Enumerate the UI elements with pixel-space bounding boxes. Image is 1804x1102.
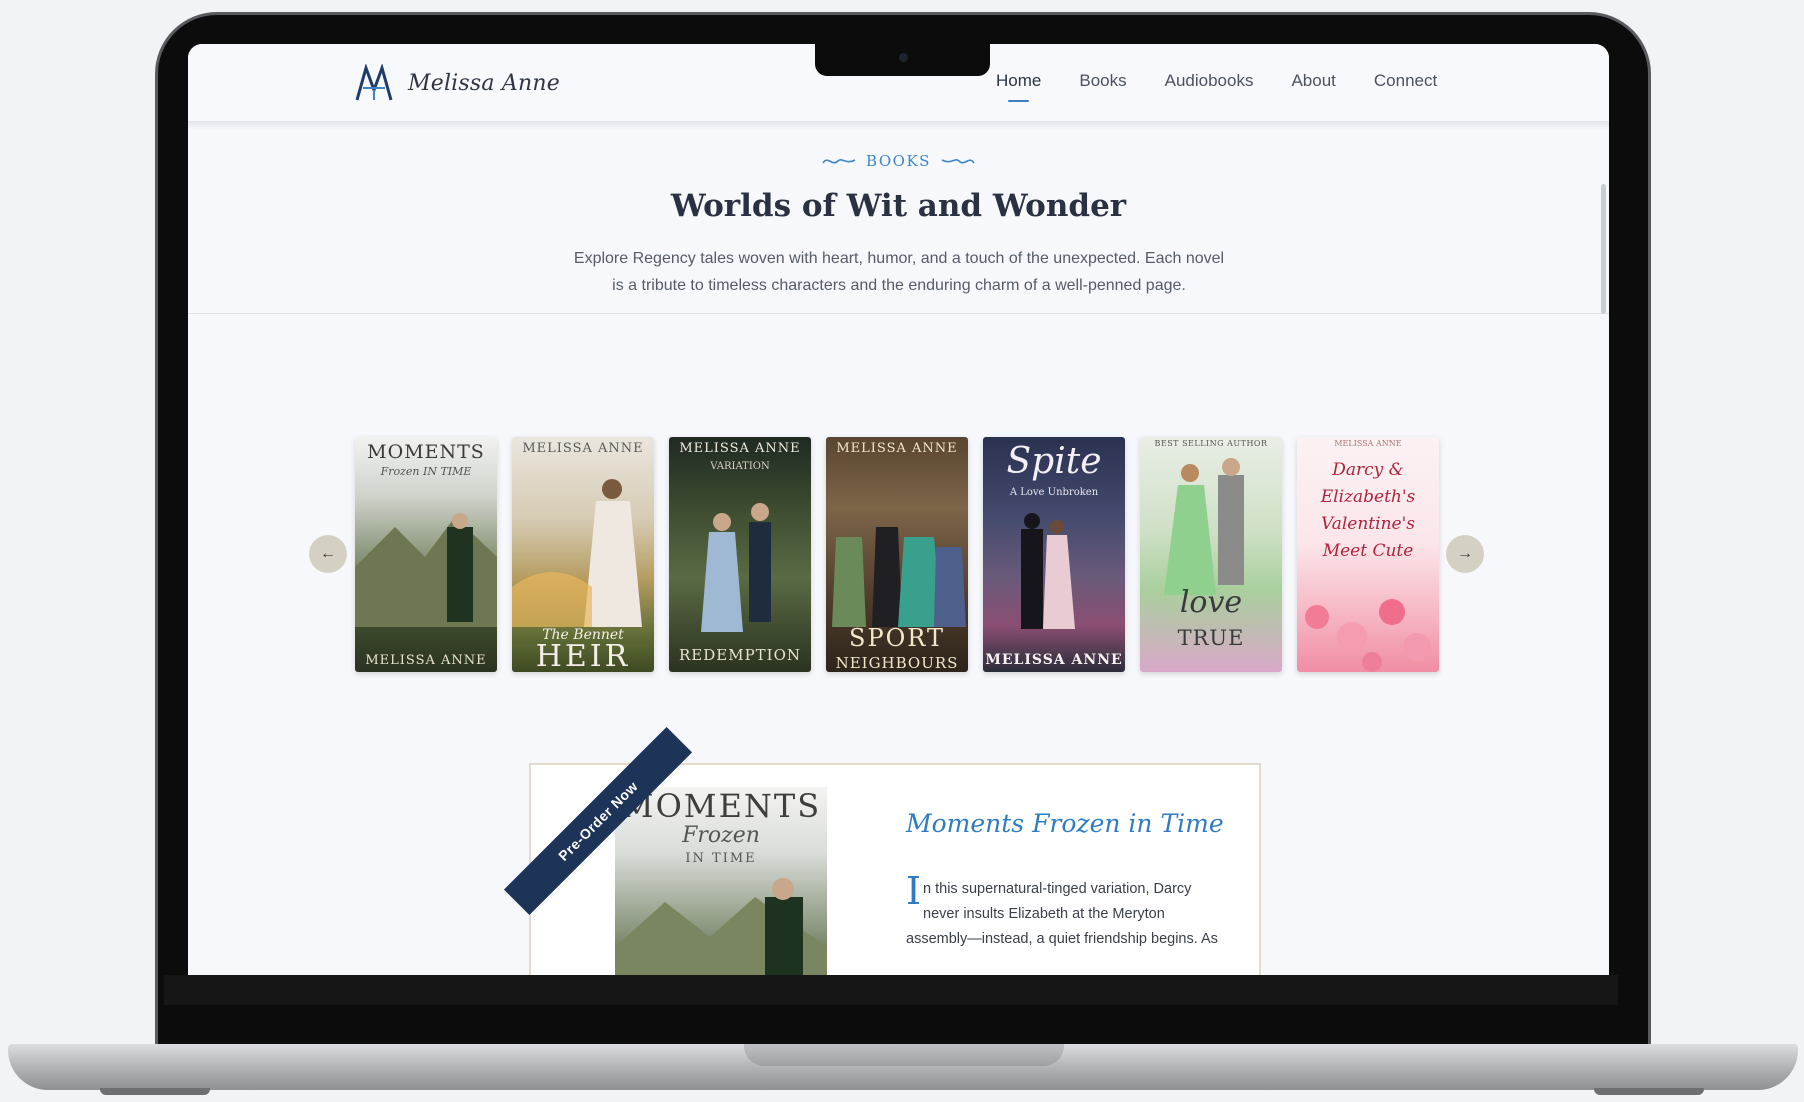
main-nav: Home Books Audiobooks About Connect (996, 71, 1437, 102)
cover-title: love (1179, 585, 1243, 620)
browser-screen: Melissa Anne Home Books Audiobooks About… (188, 44, 1609, 975)
cover-author: MELISSA ANNE (1334, 439, 1402, 448)
book-cover[interactable]: MOMENTS Frozen IN TIME MELISSA ANNE (355, 437, 497, 672)
cover-title: SPORT (849, 624, 945, 652)
cover-title-2: TRUE (1177, 626, 1245, 650)
book-cover[interactable]: Spite A Love Unbroken MELISSA ANNE (983, 437, 1125, 672)
nav-audiobooks[interactable]: Audiobooks (1165, 71, 1254, 91)
couple-figure-art (701, 503, 771, 632)
book-cover[interactable]: BEST SELLING AUTHOR love TRUE (1140, 437, 1282, 672)
cover-tagline: BEST SELLING AUTHOR (1154, 439, 1268, 448)
arrow-left-icon: ← (320, 545, 336, 562)
book-cover[interactable]: MELISSA ANNE VARIATION REDEMPTION (669, 437, 811, 672)
cover-author: MELISSA ANNE (522, 441, 644, 456)
cover-author: MELISSA ANNE (679, 441, 801, 456)
monogram-icon (355, 64, 393, 101)
mountain-figure-art (355, 513, 497, 627)
featured-book-title[interactable]: Moments Frozen in Time (906, 809, 1224, 838)
book-cover[interactable]: MELISSA ANNE Darcy & Elizabeth's Valenti… (1297, 437, 1439, 672)
laptop-notch (744, 1044, 1064, 1066)
section-eyebrow: BOOKS (188, 152, 1609, 170)
cover-author: MELISSA ANNE (985, 652, 1123, 668)
cover-title: REDEMPTION (678, 646, 802, 664)
arrow-right-icon: → (1457, 545, 1473, 562)
cover-author: MELISSA ANNE (836, 441, 958, 456)
section-title: Worlds of Wit and Wonder (670, 188, 1127, 224)
header-shadow (188, 122, 1609, 130)
nav-about[interactable]: About (1291, 71, 1335, 91)
cover-title: HEIR (535, 639, 631, 672)
scrollbar[interactable] (1601, 184, 1606, 314)
couple-figure-art (1164, 458, 1244, 595)
nav-connect[interactable]: Connect (1374, 71, 1437, 91)
cover-subtitle: VARIATION (710, 461, 770, 472)
site-logo[interactable]: Melissa Anne (354, 64, 560, 102)
cover-title: Darcy & Elizabeth's Valentine's Meet Cut… (1320, 460, 1416, 561)
mountain-figure-art (615, 878, 827, 975)
cover-subtitle: A Love Unbroken (1009, 487, 1099, 498)
hearts-art (1305, 599, 1431, 672)
book-cover[interactable]: MELISSA ANNE The Bennet HEIR (512, 437, 654, 672)
lady-figure-art (512, 479, 642, 627)
laptop-foot (1594, 1088, 1704, 1095)
featured-book-description: In this supernatural-tinged variation, D… (906, 872, 1226, 952)
nav-home[interactable]: Home (996, 71, 1041, 102)
cover-subtitle: Frozen (682, 823, 760, 848)
flourish-right-icon (941, 159, 975, 164)
camera-notch (815, 44, 990, 76)
divider (188, 313, 1609, 314)
description-text: n this supernatural-tinged variation, Da… (906, 881, 1218, 947)
couple-figure-art (1021, 513, 1075, 629)
laptop-foot (100, 1088, 210, 1095)
ballroom-figures-art (832, 527, 966, 627)
laptop-bezel (164, 975, 1618, 1005)
cover-subtitle: NEIGHBOURS (835, 654, 959, 672)
book-cover[interactable]: MELISSA ANNE SPORT NEIGHBOURS (826, 437, 968, 672)
camera-icon (899, 53, 908, 62)
cover-title: Spite (1006, 441, 1102, 482)
cover-subtitle-2: IN TIME (685, 851, 757, 866)
cover-subtitle: Frozen IN TIME (380, 465, 472, 478)
brand-name: Melissa Anne (408, 70, 560, 96)
nav-books[interactable]: Books (1079, 71, 1126, 91)
section-description: Explore Regency tales woven with heart, … (573, 250, 1225, 294)
flourish-left-icon (822, 159, 856, 164)
featured-book-card: Pre-Order Now MOMENTS Frozen IN TIME Mom… (503, 726, 1261, 975)
carousel-prev-button[interactable]: ← (309, 535, 347, 573)
dropcap: I (906, 869, 922, 913)
cover-title: MOMENTS (367, 441, 485, 463)
featured-book-cover[interactable]: MOMENTS Frozen IN TIME (615, 787, 827, 975)
cover-author: MELISSA ANNE (365, 653, 487, 668)
eyebrow-label: BOOKS (866, 152, 931, 170)
carousel-next-button[interactable]: → (1446, 535, 1484, 573)
